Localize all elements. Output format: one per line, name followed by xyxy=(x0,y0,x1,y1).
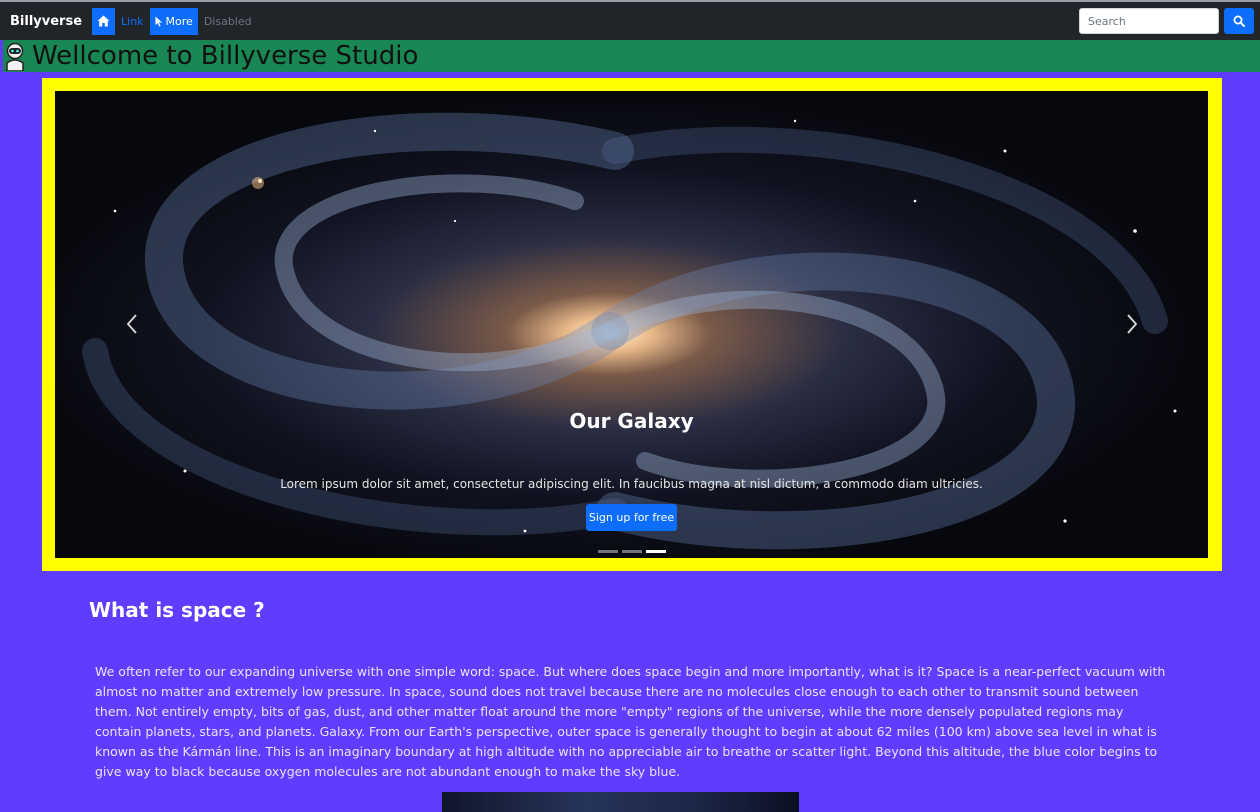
search-icon xyxy=(1233,15,1245,27)
search-input[interactable] xyxy=(1079,8,1219,34)
search-button[interactable] xyxy=(1224,8,1254,34)
section-paragraph: We often refer to our expanding universe… xyxy=(95,664,1166,779)
space-image xyxy=(442,792,799,812)
carousel-frame: Our Galaxy Lorem ipsum dolor sit amet, c… xyxy=(42,78,1222,571)
carousel-indicator[interactable] xyxy=(622,550,642,553)
carousel-indicators xyxy=(598,550,670,553)
nav-more-label: More xyxy=(165,14,193,28)
navbar: Billyverse Link More Disabled xyxy=(0,0,1260,40)
carousel-indicator-active[interactable] xyxy=(646,550,666,553)
signup-button[interactable]: Sign up for free xyxy=(586,504,677,531)
carousel[interactable]: Our Galaxy Lorem ipsum dolor sit amet, c… xyxy=(55,91,1208,558)
navbar-brand[interactable]: Billyverse xyxy=(10,14,82,29)
robot-icon xyxy=(4,40,26,72)
nav-disabled-link: Disabled xyxy=(203,14,252,28)
carousel-title: Our Galaxy xyxy=(569,409,694,433)
home-icon xyxy=(97,15,110,27)
page-title: Wellcome to Billyverse Studio xyxy=(32,41,419,71)
nav-home-button[interactable] xyxy=(92,7,116,35)
carousel-indicator[interactable] xyxy=(598,550,618,553)
carousel-caption: Lorem ipsum dolor sit amet, consectetur … xyxy=(280,477,983,491)
nav-link[interactable]: Link xyxy=(121,15,144,28)
chevron-right-icon[interactable] xyxy=(1125,313,1139,335)
section-title: What is space ? xyxy=(89,598,265,622)
nav-more-button[interactable]: More xyxy=(149,7,198,35)
page-header: Wellcome to Billyverse Studio xyxy=(3,40,1260,72)
cursor-icon xyxy=(155,16,162,26)
chevron-left-icon[interactable] xyxy=(125,313,139,335)
